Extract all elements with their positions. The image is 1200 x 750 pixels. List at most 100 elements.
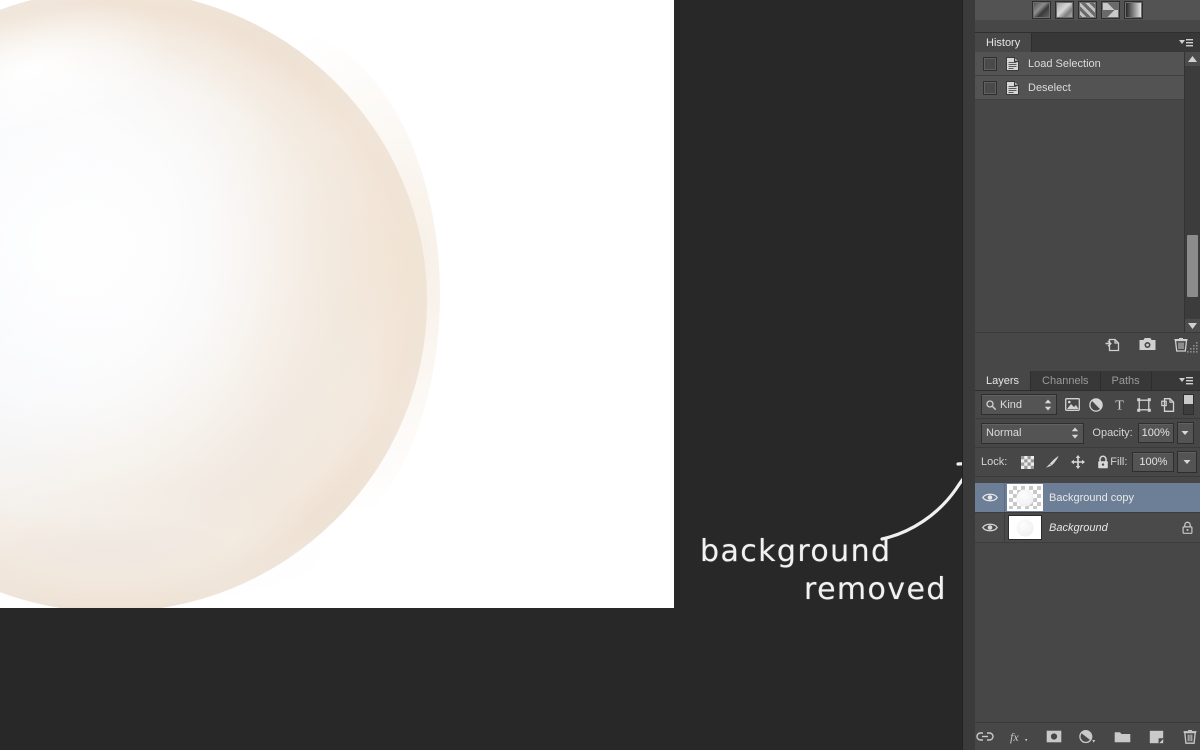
history-scrollbar[interactable] — [1184, 52, 1200, 333]
delete-layer-button[interactable] — [1181, 727, 1200, 747]
lock-transparent-pixels-button[interactable] — [1020, 455, 1035, 470]
layer-locked-icon-cell — [1174, 521, 1200, 534]
search-icon — [986, 399, 996, 410]
history-tabbar-filler — [1032, 33, 1176, 52]
tab-channels[interactable]: Channels — [1031, 371, 1101, 390]
tab-paths-label: Paths — [1111, 374, 1140, 387]
history-scroll-up-button[interactable] — [1185, 52, 1200, 66]
lock-row: Lock: Fill: 100% — [975, 448, 1200, 477]
tab-layers[interactable]: Layers — [975, 371, 1032, 390]
filter-shape-layers-button[interactable] — [1135, 395, 1152, 414]
filter-smart-objects-button[interactable] — [1159, 395, 1176, 414]
history-scroll-track[interactable] — [1185, 66, 1200, 319]
filter-type-layers-button[interactable]: T — [1111, 395, 1128, 414]
add-layer-mask-button[interactable] — [1044, 727, 1063, 747]
lock-image-pixels-button[interactable] — [1045, 455, 1060, 470]
gradient-swatch-black-to-white-icon[interactable] — [1124, 1, 1143, 19]
new-snapshot-button[interactable] — [1138, 335, 1156, 353]
new-layer-button[interactable] — [1147, 727, 1166, 747]
tab-history-label: History — [986, 36, 1021, 49]
blend-mode-select[interactable]: Normal — [981, 422, 1085, 444]
stepper-arrows-icon[interactable] — [1071, 427, 1079, 439]
layer-row-background[interactable]: Background — [975, 513, 1200, 543]
gradient-preset-strip[interactable] — [975, 0, 1200, 21]
gradient-swatch-bowtie-icon[interactable] — [1101, 1, 1120, 19]
lock-button-group — [1020, 455, 1110, 470]
panel-resize-grip-icon[interactable] — [1187, 342, 1199, 354]
new-document-from-state-button[interactable] — [1104, 335, 1122, 353]
thumbnail-plate-shape — [1016, 519, 1034, 536]
eye-icon — [981, 493, 998, 502]
layers-panel-menu-icon[interactable] — [1176, 371, 1200, 390]
lock-label: Lock: — [981, 456, 1008, 468]
layer-filter-row: Kind T — [975, 391, 1200, 419]
blend-mode-row: Normal Opacity: 100% — [975, 419, 1200, 448]
annotation-line-2: removed — [804, 572, 947, 607]
history-scroll-thumb[interactable] — [1187, 235, 1198, 297]
layer-filter-kind-select[interactable]: Kind — [981, 394, 1057, 415]
layers-panel: Layers Channels Paths Kind T Normal Opac… — [975, 371, 1200, 750]
tab-channels-label: Channels — [1042, 374, 1089, 387]
layers-footer-toolbar: fx — [975, 722, 1200, 750]
history-snapshot-checkbox[interactable] — [983, 56, 997, 71]
right-dock: History Load Selection Deselect Layers C… — [975, 0, 1200, 750]
opacity-slider-dropdown[interactable] — [1176, 422, 1194, 444]
new-adjustment-layer-button[interactable] — [1078, 727, 1097, 747]
lock-position-button[interactable] — [1070, 455, 1085, 470]
document-canvas[interactable] — [0, 0, 674, 608]
history-panel-menu-icon[interactable] — [1176, 33, 1200, 52]
opacity-input[interactable]: 100% — [1137, 423, 1174, 443]
filter-enable-toggle[interactable] — [1183, 394, 1194, 415]
history-state-label: Load Selection — [1028, 57, 1101, 70]
fx-icon: fx — [1010, 730, 1028, 744]
layer-name-background-copy[interactable]: Background copy — [1045, 492, 1174, 504]
link-layers-button[interactable] — [975, 727, 994, 747]
history-state-row[interactable]: Load Selection — [975, 52, 1185, 76]
smart-object-icon — [1160, 397, 1174, 412]
new-group-button[interactable] — [1113, 727, 1132, 747]
layer-list[interactable]: Background copy Background — [975, 483, 1200, 722]
layer-thumbnail-frame — [1007, 484, 1043, 511]
stepper-arrows-icon[interactable] — [1044, 399, 1052, 411]
new-layer-icon — [1149, 730, 1164, 744]
layer-visibility-toggle[interactable] — [975, 513, 1005, 542]
layer-row-background-copy[interactable]: Background copy — [975, 483, 1200, 513]
layer-name-background[interactable]: Background — [1045, 522, 1174, 534]
filter-pixel-layers-button[interactable] — [1064, 395, 1081, 414]
tab-paths[interactable]: Paths — [1100, 371, 1152, 390]
layer-thumbnail-cell[interactable] — [1005, 484, 1045, 511]
history-state-row[interactable]: Deselect — [975, 76, 1185, 100]
layers-tabbar-filler — [1151, 371, 1176, 390]
plate-image — [0, 0, 440, 608]
history-footer-toolbar — [975, 332, 1200, 355]
gradient-swatch-zigzag-icon[interactable] — [1078, 1, 1097, 19]
history-scroll-down-button[interactable] — [1185, 319, 1200, 333]
chevron-down-icon — [1183, 460, 1191, 464]
thumbnail-plate-shape — [1016, 489, 1034, 506]
layer-visibility-toggle[interactable] — [975, 483, 1005, 512]
fill-input[interactable]: 100% — [1132, 452, 1175, 472]
tab-history[interactable]: History — [975, 33, 1033, 52]
layer-thumbnail-cell[interactable] — [1005, 514, 1045, 541]
eye-icon — [981, 523, 998, 532]
mask-icon — [1046, 730, 1062, 743]
history-state-icon — [1006, 80, 1019, 95]
history-tabbar: History — [975, 33, 1200, 53]
history-snapshot-checkbox[interactable] — [983, 80, 997, 95]
brush-icon — [1046, 456, 1059, 468]
history-state-list[interactable]: Load Selection Deselect — [975, 52, 1186, 381]
lock-all-button[interactable] — [1095, 455, 1110, 470]
fill-slider-dropdown[interactable] — [1177, 451, 1198, 473]
checkerboard-icon — [1021, 455, 1035, 469]
layer-thumbnail-frame — [1007, 514, 1043, 541]
chevron-down-icon — [1181, 431, 1189, 435]
gradient-swatch-light-diagonal-icon[interactable] — [1055, 1, 1074, 19]
gradient-swatch-dark-diagonal-icon[interactable] — [1032, 1, 1051, 19]
photoshop-window: background removed History Load Selectio… — [0, 0, 1200, 750]
history-panel: History Load Selection Deselect — [975, 33, 1200, 381]
fill-group: Fill: 100% — [1110, 451, 1198, 473]
layer-style-button[interactable]: fx — [1009, 727, 1029, 747]
annotation-line-1: background — [700, 534, 892, 569]
filter-adjustment-layers-button[interactable] — [1088, 395, 1105, 414]
layers-tabbar: Layers Channels Paths — [975, 371, 1200, 391]
